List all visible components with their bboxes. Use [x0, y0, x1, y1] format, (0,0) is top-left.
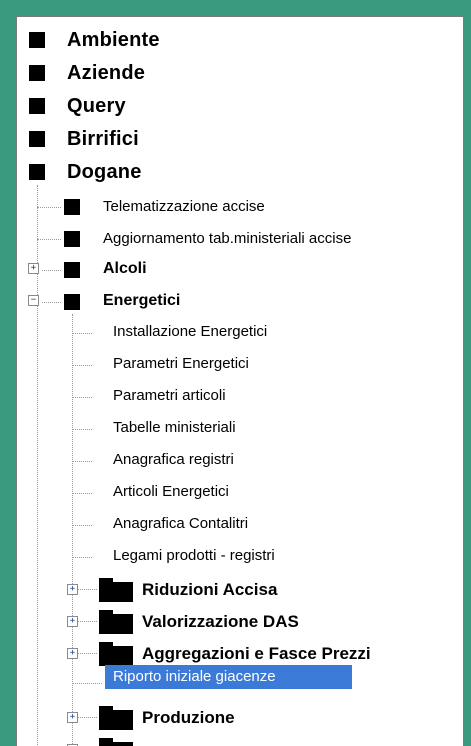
expand-icon[interactable]: +	[28, 263, 39, 274]
tree-connector	[37, 239, 61, 240]
tree-connector	[72, 397, 92, 398]
tree-folder-aggregazioni[interactable]: Aggregazioni e Fasce Prezzi	[17, 641, 457, 667]
tree-item-label: Dogane	[67, 161, 142, 183]
square-icon	[64, 294, 80, 310]
tree-item-label: Installazione Energetici	[113, 323, 268, 340]
square-icon	[29, 131, 45, 147]
square-icon	[64, 231, 80, 247]
tree-connector	[72, 429, 92, 430]
tree-item-label: Energetici	[103, 292, 181, 309]
tree-item-label: Aggiornamento tab.ministeriali accise	[103, 230, 352, 247]
tree-item-label: Riporto iniziale giacenze	[113, 668, 276, 685]
tree-item-label: Aggregazioni e Fasce Prezzi	[142, 644, 371, 663]
tree-item-label: Alcoli	[103, 260, 147, 277]
tree-folder-riduzioni[interactable]: Riduzioni Accisa	[17, 577, 347, 603]
tree-item-label: Valorizzazione DAS	[142, 612, 299, 631]
tree-item-label: Anagrafica Contalitri	[113, 515, 249, 532]
tree-connector	[42, 302, 61, 303]
tree-item-label: Produzione	[142, 708, 235, 727]
folder-icon	[99, 642, 133, 666]
tree-connector	[72, 557, 92, 558]
square-icon	[29, 98, 45, 114]
tree-item-label: Parametri articoli	[113, 387, 226, 404]
square-icon	[29, 32, 45, 48]
tree-folder-valorizzazione[interactable]: Valorizzazione DAS	[17, 609, 347, 635]
tree-item-label: Riduzioni Accisa	[142, 580, 278, 599]
tree-connector	[72, 314, 73, 746]
square-icon	[64, 199, 80, 215]
tree-item-label: Birrifici	[67, 128, 139, 150]
tree-connector	[72, 683, 102, 684]
tree-item-label: Legami prodotti - registri	[113, 547, 275, 564]
tree-item-label: Aziende	[67, 62, 146, 84]
collapse-icon[interactable]: −	[28, 295, 39, 306]
tree-item-label: Anagrafica registri	[113, 451, 234, 468]
square-icon	[64, 262, 80, 278]
tree-connector	[72, 461, 92, 462]
folder-icon	[99, 706, 133, 730]
tree-connector	[42, 270, 61, 271]
folder-icon	[99, 578, 133, 602]
tree-connector	[72, 365, 92, 366]
folder-icon	[99, 610, 133, 634]
tree-panel: Ambiente Aziende Query Birrifici Dogane …	[16, 16, 463, 746]
tree-folder-produzione[interactable]: Produzione	[17, 705, 347, 731]
folder-icon	[99, 738, 133, 746]
square-icon	[29, 65, 45, 81]
square-icon	[29, 164, 45, 180]
tree-item-label: Parametri Energetici	[113, 355, 249, 372]
tree-item-riporto-selected[interactable]: Riporto iniziale giacenze	[105, 665, 352, 689]
tree-connector	[72, 333, 92, 334]
tree-item-label: Tabelle ministeriali	[113, 419, 236, 436]
tree-item-label: Telematizzazione accise	[103, 198, 265, 215]
tree-item-label: Articoli Energetici	[113, 483, 229, 500]
tree-connector	[72, 493, 92, 494]
tree-connector	[72, 525, 92, 526]
tree-item-label: Ambiente	[67, 29, 160, 51]
tree-item-label: Query	[67, 95, 126, 117]
tree-connector	[37, 207, 61, 208]
